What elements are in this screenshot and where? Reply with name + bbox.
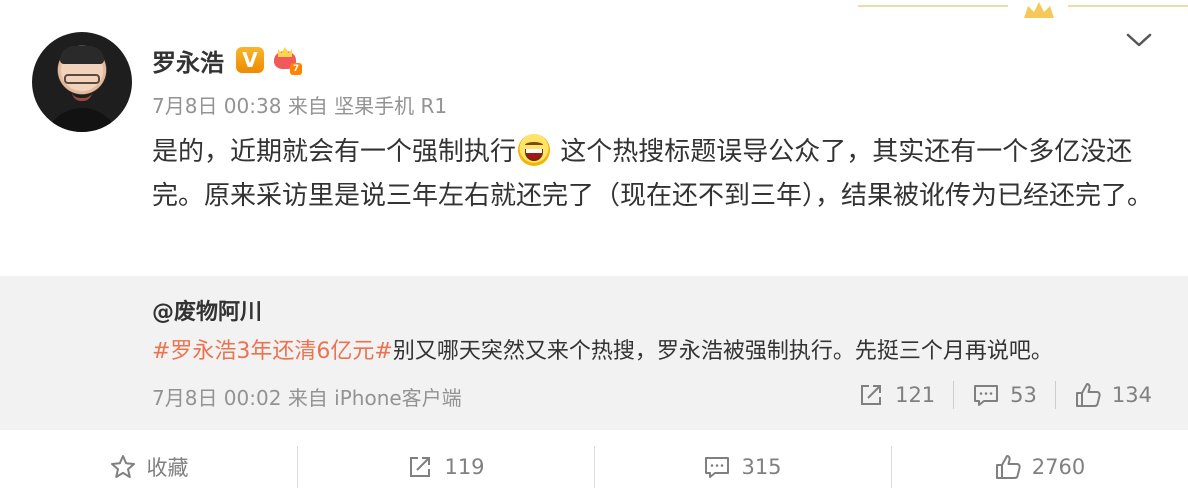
repost-timestamp[interactable]: 7月8日 00:02: [152, 386, 281, 410]
laughing-face-emoji-icon: [518, 134, 551, 166]
favorite-button[interactable]: 收藏: [0, 436, 297, 498]
repost-meta: 7月8日 00:02 来自 iPhone客户端: [152, 382, 462, 411]
like-icon: [1075, 383, 1101, 407]
weibo-post-card: 罗永浩 V 7 7月8日 00:38 来自 坚果手机 R1 是的，近期就会有一个…: [0, 0, 1188, 430]
like-count: 2760: [1031, 455, 1086, 479]
repost-like-count: 134: [1111, 383, 1152, 407]
repost-share-count: 121: [895, 383, 936, 407]
post-text-part-1: 是的，近期就会有一个强制执行: [152, 137, 517, 167]
chevron-down-icon[interactable]: [1125, 30, 1153, 50]
crown-icon: 7: [272, 45, 302, 75]
repost-actions: 121 53 134: [857, 378, 1152, 412]
comment-icon: [974, 385, 999, 406]
author-row: 罗永浩 V 7: [152, 43, 302, 78]
comment-button[interactable]: 315: [594, 436, 891, 498]
repost-comment-button[interactable]: 53: [972, 381, 1037, 409]
post-timestamp[interactable]: 7月8日 00:38: [152, 94, 281, 118]
share-icon: [861, 385, 882, 405]
member-level: 7: [290, 63, 302, 75]
post-meta: 7月8日 00:38 来自 坚果手机 R1: [152, 90, 447, 119]
divider: [953, 381, 955, 409]
verified-badge-icon: V: [236, 47, 264, 73]
like-button[interactable]: 2760: [891, 436, 1188, 498]
repost-author[interactable]: @废物阿川: [152, 294, 262, 326]
divider: [1054, 381, 1056, 409]
avatar[interactable]: [32, 32, 132, 132]
share-button[interactable]: 119: [297, 436, 594, 498]
repost-body: 别又哪天突然又来个热搜，罗永浩被强制执行。先挺三个月再说吧。: [392, 339, 1053, 364]
comment-icon: [705, 457, 730, 478]
share-count: 119: [444, 455, 485, 479]
favorite-label: 收藏: [146, 456, 189, 480]
repost-comment-count: 53: [1010, 383, 1037, 407]
comment-count: 315: [741, 455, 782, 479]
author-name[interactable]: 罗永浩: [152, 43, 224, 78]
repost-share-button[interactable]: 121: [857, 381, 935, 409]
hashtag-link[interactable]: #罗永浩3年还清6亿元#: [152, 339, 393, 364]
post-source: 来自 坚果手机 R1: [287, 94, 448, 118]
repost-source: 来自 iPhone客户端: [287, 386, 462, 410]
repost-like-button[interactable]: 134: [1074, 381, 1152, 409]
star-icon: [110, 455, 135, 478]
like-icon: [995, 455, 1021, 479]
post-text: 是的，近期就会有一个强制执行 这个热搜标题误导公众了，其实还有一个多亿没还完。原…: [152, 130, 1162, 218]
repost-text: #罗永浩3年还清6亿元#别又哪天突然又来个热搜，罗永浩被强制执行。先挺三个月再说…: [152, 334, 1053, 370]
bottom-action-bar: 收藏 119 315 2760: [0, 436, 1188, 498]
share-icon: [410, 457, 431, 477]
